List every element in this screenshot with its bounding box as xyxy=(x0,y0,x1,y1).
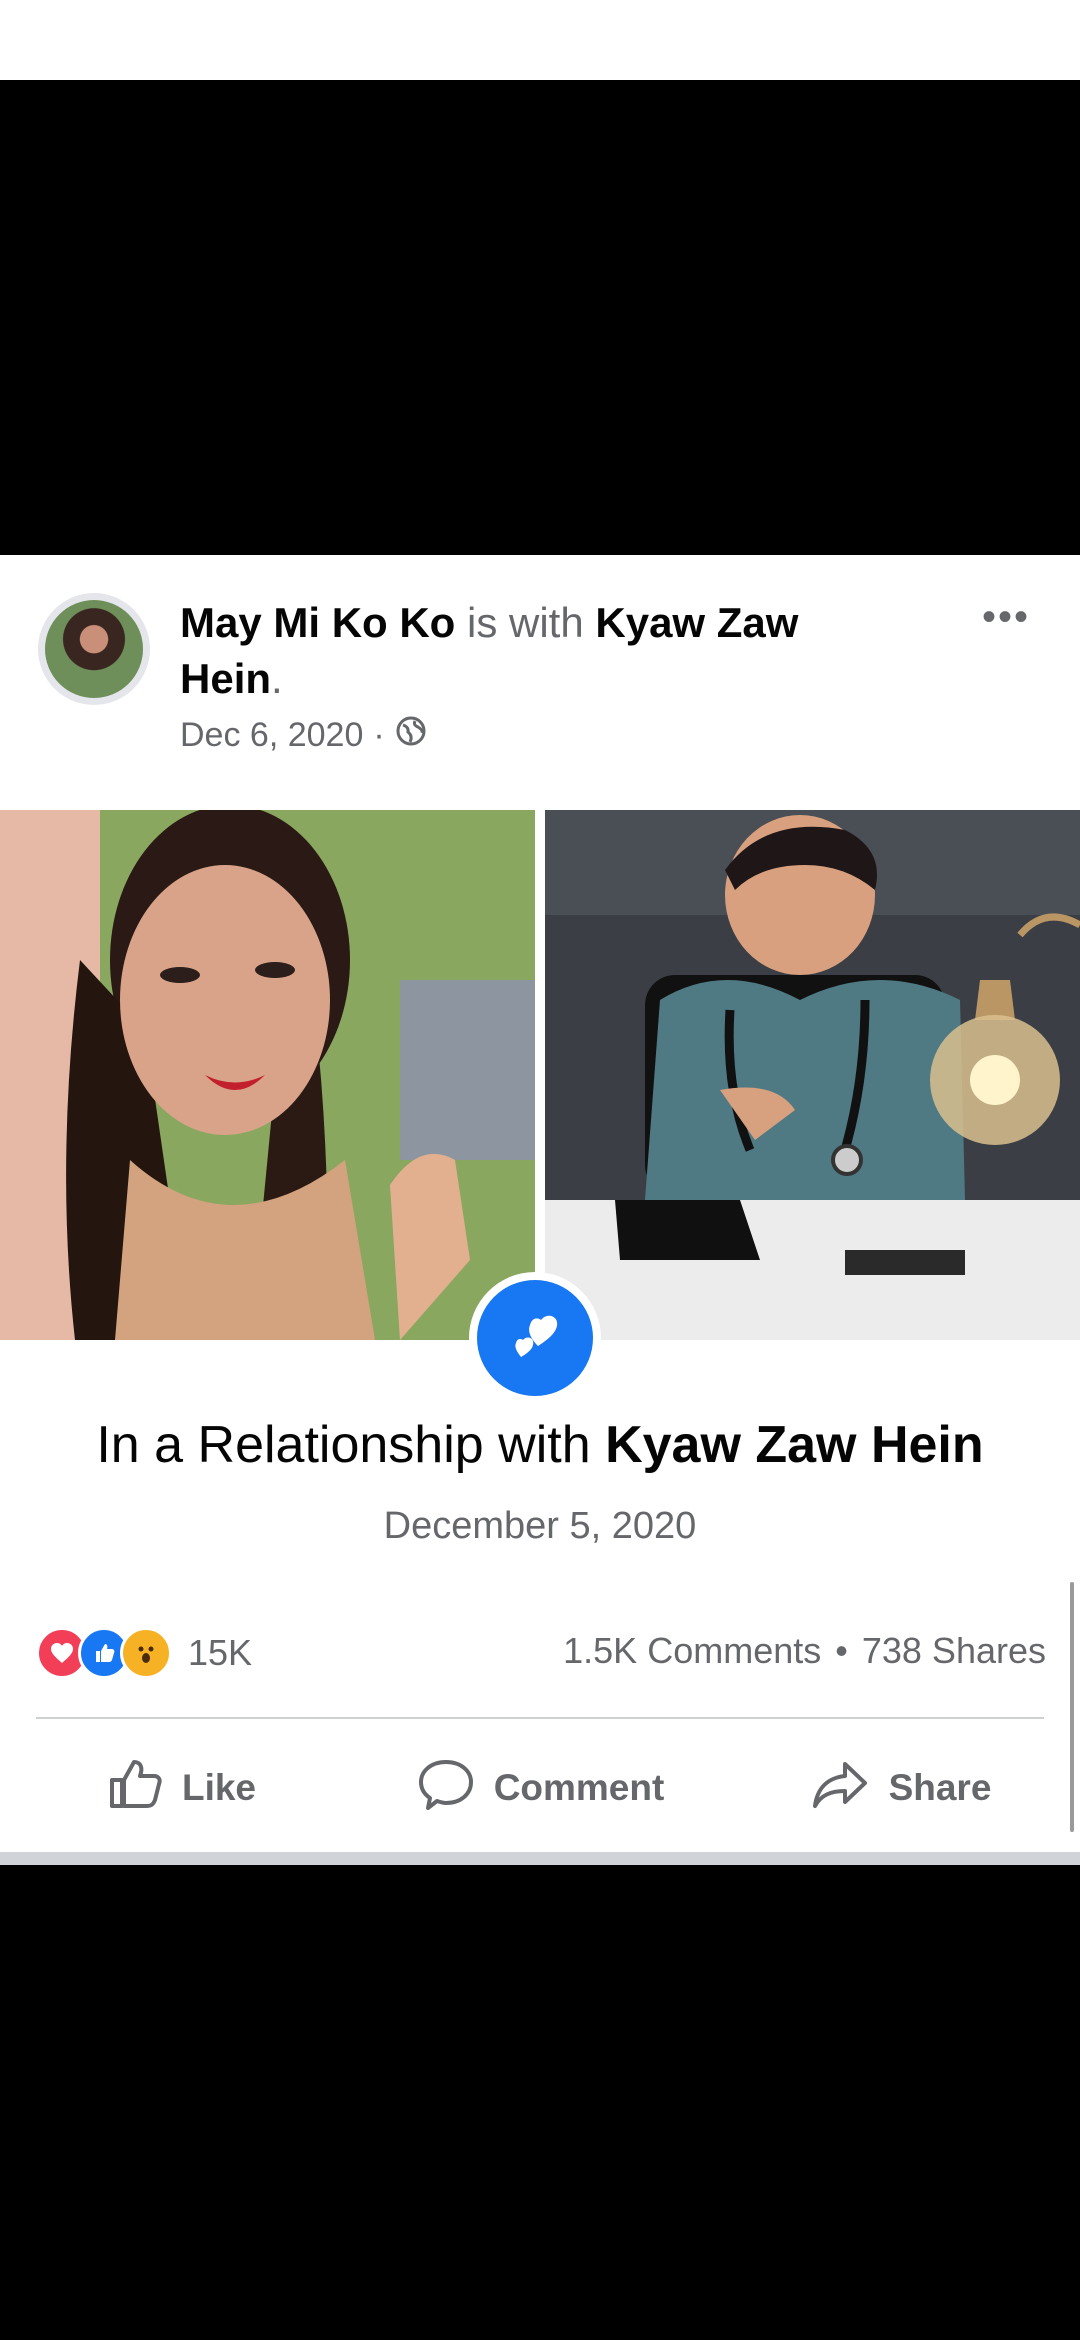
post-header-line: May Mi Ko Ko is with Kyaw Zaw xyxy=(180,595,900,651)
relationship-prefix: In a Relationship with xyxy=(96,1416,606,1474)
post-date[interactable]: Dec 6, 2020 xyxy=(180,716,363,755)
wow-icon xyxy=(120,1627,172,1679)
relationship-partner[interactable]: Kyaw Zaw Hein xyxy=(605,1416,984,1474)
left-photo[interactable] xyxy=(0,810,535,1340)
status-bar-area xyxy=(0,0,1080,80)
stats-separator: • xyxy=(835,1630,848,1671)
share-label: Share xyxy=(888,1767,992,1808)
facebook-post: May Mi Ko Ko is with Kyaw Zaw Hein. Dec … xyxy=(0,555,1080,1855)
post-stats: 1.5K Comments • 738 Shares xyxy=(563,1630,1046,1672)
meta-separator: · xyxy=(373,716,385,754)
comment-icon xyxy=(416,1754,476,1823)
screenshot-black-bottom xyxy=(0,1865,1080,2340)
relationship-photos[interactable] xyxy=(0,810,1080,1340)
tagged-name-part-1[interactable]: Kyaw Zaw xyxy=(595,599,798,646)
heart-icon xyxy=(477,1280,593,1396)
reaction-summary[interactable]: 15K xyxy=(36,1627,252,1679)
author-name[interactable]: May Mi Ko Ko xyxy=(180,599,455,646)
like-label: Like xyxy=(181,1767,257,1808)
relationship-date: December 5, 2020 xyxy=(383,1505,697,1547)
post-bottom-separator xyxy=(0,1852,1080,1865)
relationship-heart-badge xyxy=(469,1272,601,1404)
comment-label: Comment xyxy=(493,1767,665,1808)
right-photo[interactable] xyxy=(545,810,1080,1340)
shares-count[interactable]: 738 Shares xyxy=(862,1630,1046,1672)
post-header: May Mi Ko Ko is with Kyaw Zaw Hein. xyxy=(180,595,900,707)
like-button[interactable]: Like xyxy=(0,1733,360,1843)
post-meta: Dec 6, 2020 · xyxy=(180,715,427,756)
post-header-line-2: Hein. xyxy=(180,651,900,707)
thumb-up-icon xyxy=(104,1754,164,1823)
screenshot-black-top xyxy=(0,80,1080,555)
share-button[interactable]: Share xyxy=(720,1733,1080,1843)
actions-divider xyxy=(36,1717,1044,1719)
relationship-title: In a Relationship with Kyaw Zaw Hein xyxy=(0,1415,1080,1475)
globe-icon xyxy=(395,715,427,756)
comments-count[interactable]: 1.5K Comments xyxy=(563,1630,821,1672)
scrollbar[interactable] xyxy=(1070,1582,1074,1832)
author-avatar[interactable] xyxy=(38,593,150,705)
share-arrow-icon xyxy=(809,1754,871,1823)
more-options-button[interactable]: ••• xyxy=(982,595,1030,640)
author-photo xyxy=(45,600,143,698)
with-text: is with xyxy=(455,599,596,646)
comment-button[interactable]: Comment xyxy=(360,1733,720,1843)
reaction-count[interactable]: 15K xyxy=(188,1632,252,1674)
tagged-name-part-2[interactable]: Hein xyxy=(180,655,271,702)
post-actions: Like Comment Share xyxy=(0,1733,1080,1843)
header-period: . xyxy=(271,655,283,702)
